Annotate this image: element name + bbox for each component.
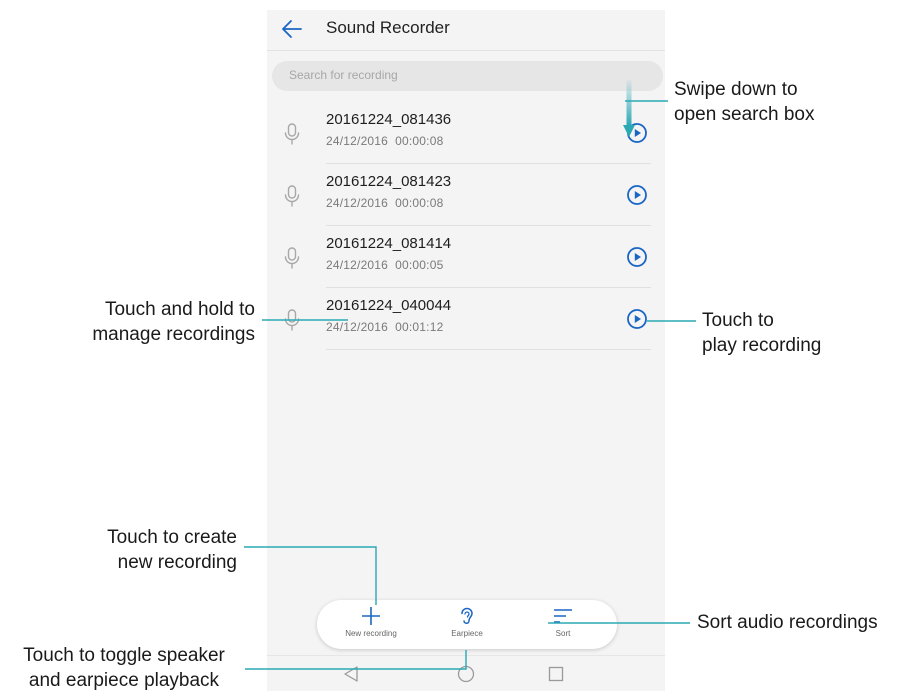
- swipe-caption-line1: Swipe down to: [674, 79, 798, 100]
- hold-caption-line1: Touch and hold to: [104, 299, 255, 320]
- create-caption-line2: new recording: [117, 552, 237, 573]
- recording-name: 20161224_081423: [326, 173, 452, 190]
- recording-meta: 24/12/2016 00:01:12: [326, 320, 443, 334]
- toggle-caption: Touch to toggle speaker and earpiece pla…: [4, 643, 244, 693]
- recording-date: 24/12/2016: [326, 258, 389, 272]
- hold-caption-line2: manage recordings: [92, 324, 255, 345]
- swipe-caption: Swipe down to open search box: [674, 77, 815, 127]
- nav-recents-icon[interactable]: [548, 666, 564, 682]
- create-caption: Touch to create new recording: [30, 525, 237, 575]
- recording-name: 20161224_040044: [326, 297, 452, 314]
- earpiece-label: Earpiece: [451, 629, 483, 638]
- search-input[interactable]: Search for recording: [272, 61, 663, 91]
- recording-meta: 24/12/2016 00:00:08: [326, 196, 443, 210]
- microphone-icon: [284, 309, 300, 331]
- recording-duration: 00:01:12: [395, 320, 444, 334]
- recording-duration: 00:00:05: [395, 258, 444, 272]
- sort-label: Sort: [555, 629, 571, 638]
- new-recording-button[interactable]: New recording: [331, 600, 411, 649]
- swipe-down-arrow-icon: [623, 80, 635, 137]
- swipe-caption-line2: open search box: [674, 104, 815, 125]
- recordings-list: 20161224_081436 24/12/2016 00:00:08 2016…: [267, 102, 665, 350]
- toggle-caption-line2: and earpiece playback: [28, 670, 220, 691]
- microphone-icon: [284, 247, 300, 269]
- recording-name: 20161224_081414: [326, 235, 452, 252]
- toggle-caption-line1: Touch to toggle speaker: [23, 645, 225, 666]
- play-icon[interactable]: [626, 184, 648, 206]
- play-caption-line1: Touch to: [702, 310, 774, 331]
- recording-row[interactable]: 20161224_040044 24/12/2016 00:01:12: [267, 288, 665, 350]
- nav-home-icon[interactable]: [457, 665, 475, 683]
- sort-icon: [554, 609, 572, 623]
- recording-meta: 24/12/2016 00:00:05: [326, 258, 443, 272]
- sort-button[interactable]: Sort: [523, 600, 603, 649]
- recording-row[interactable]: 20161224_081436 24/12/2016 00:00:08: [267, 102, 665, 164]
- bottom-action-bar: New recording Earpiece Sort: [317, 600, 617, 649]
- recording-row[interactable]: 20161224_081414 24/12/2016 00:00:05: [267, 226, 665, 288]
- recording-date: 24/12/2016: [326, 320, 389, 334]
- new-recording-label: New recording: [345, 629, 397, 638]
- recording-name: 20161224_081436: [326, 111, 452, 128]
- app-bar: Sound Recorder: [267, 10, 665, 51]
- sort-caption: Sort audio recordings: [697, 610, 878, 635]
- nav-back-icon[interactable]: [343, 665, 359, 683]
- hold-caption: Touch and hold to manage recordings: [40, 297, 255, 347]
- recording-duration: 00:00:08: [395, 134, 444, 148]
- add-icon: [362, 607, 380, 625]
- earpiece-icon: [461, 607, 473, 624]
- sort-caption-line: Sort audio recordings: [697, 612, 878, 633]
- earpiece-button[interactable]: Earpiece: [429, 600, 505, 649]
- page-title: Sound Recorder: [326, 18, 450, 37]
- system-nav-bar: [267, 655, 665, 691]
- play-icon[interactable]: [626, 308, 648, 330]
- play-caption: Touch to play recording: [702, 308, 821, 358]
- recording-date: 24/12/2016: [326, 134, 389, 148]
- recording-duration: 00:00:08: [395, 196, 444, 210]
- row-divider: [326, 349, 651, 350]
- recording-meta: 24/12/2016 00:00:08: [326, 134, 443, 148]
- recording-date: 24/12/2016: [326, 196, 389, 210]
- search-placeholder: Search for recording: [289, 68, 398, 82]
- phone-screen: Sound Recorder Search for recording 2016…: [267, 10, 665, 691]
- microphone-icon: [284, 123, 300, 145]
- recording-row[interactable]: 20161224_081423 24/12/2016 00:00:08: [267, 164, 665, 226]
- play-caption-line2: play recording: [702, 335, 822, 356]
- back-arrow-icon[interactable]: [279, 16, 305, 42]
- create-caption-line1: Touch to create: [107, 527, 237, 548]
- play-icon[interactable]: [626, 246, 648, 268]
- microphone-icon: [284, 185, 300, 207]
